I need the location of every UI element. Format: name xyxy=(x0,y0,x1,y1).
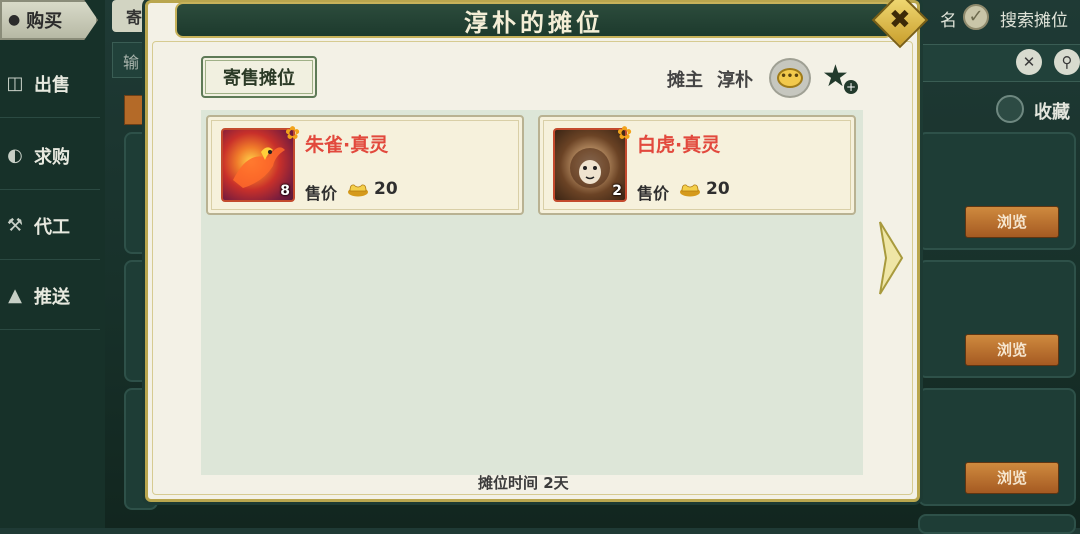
sidebar-item-sell[interactable]: ◫ 出售 xyxy=(0,50,100,118)
chat-button[interactable]: ••• xyxy=(769,58,811,98)
tab-buy[interactable]: ● 购买 xyxy=(0,0,98,40)
owner-label: 摊主 xyxy=(667,70,703,91)
sidebar-item-label: 出售 xyxy=(34,74,70,96)
clear-icon[interactable]: ✕ xyxy=(1016,49,1042,75)
phoenix-icon: 8 xyxy=(221,128,295,202)
plus-icon: + xyxy=(844,80,858,94)
item-quantity: 8 xyxy=(280,183,290,199)
sidebar-item-craft[interactable]: ⚒ 代工 xyxy=(0,192,100,260)
browse-button[interactable]: 浏览 xyxy=(965,462,1059,494)
item-card-white-tiger[interactable]: 2 ✿ 白虎·真灵 售价 20 xyxy=(538,115,856,215)
next-page-arrow-icon[interactable] xyxy=(876,218,906,298)
item-quantity: 2 xyxy=(612,183,622,199)
price-value: 20 xyxy=(706,179,730,199)
price-value: 20 xyxy=(374,179,398,199)
price-label: 售价 xyxy=(637,184,670,203)
header-name-label: 名 xyxy=(940,11,957,31)
bowl-icon: ● xyxy=(8,12,21,28)
gold-ingot-icon xyxy=(348,184,368,197)
favorites-label: 收藏 xyxy=(1034,102,1070,123)
close-icon: ✖ xyxy=(889,4,911,35)
item-name: 白虎·真灵 xyxy=(637,134,721,156)
stall-time: 摊位时间 2天 xyxy=(478,474,569,492)
sidebar-item-label: 求购 xyxy=(34,146,70,168)
anvil-icon: ⚒ xyxy=(6,215,24,236)
flower-badge-icon: ✿ xyxy=(285,123,301,144)
gold-ingot-icon xyxy=(680,184,700,197)
dialog-title-bar: 淳朴的摊位 xyxy=(175,2,893,38)
search-stall-label: 搜索摊位 xyxy=(1000,11,1068,31)
list-item xyxy=(918,514,1076,534)
tab-consign-stall[interactable]: 寄售摊位 xyxy=(201,56,317,98)
price-label: 售价 xyxy=(305,184,338,203)
sidebar-item-push[interactable]: ▲ 推送 xyxy=(0,262,100,330)
bowl-icon: ◐ xyxy=(7,145,23,166)
tab-buy-label: 购买 xyxy=(26,11,63,32)
item-card-phoenix[interactable]: 8 ✿ 朱雀·真灵 售价 20 xyxy=(206,115,524,215)
dialog-title: 淳朴的摊位 xyxy=(464,7,604,37)
sidebar-item-buy-request[interactable]: ◐ 求购 xyxy=(0,122,100,190)
favorite-stall-button[interactable]: ★ + xyxy=(822,60,858,94)
search-icon[interactable]: ⚲ xyxy=(1054,49,1080,75)
chat-icon: ••• xyxy=(777,68,803,88)
white-tiger-icon: 2 xyxy=(553,128,627,202)
push-icon: ▲ xyxy=(8,285,22,306)
sidebar-item-label: 代工 xyxy=(34,216,70,238)
sidebar-item-label: 推送 xyxy=(34,286,70,308)
item-name: 朱雀·真灵 xyxy=(305,134,389,156)
sell-icon: ◫ xyxy=(6,73,24,94)
flower-badge-icon: ✿ xyxy=(617,123,633,144)
favorites-radio[interactable] xyxy=(996,95,1024,123)
browse-button[interactable]: 浏览 xyxy=(965,334,1059,366)
browse-button[interactable]: 浏览 xyxy=(965,206,1059,238)
search-stall-checkbox[interactable]: ✓ xyxy=(963,4,989,30)
owner-name: 淳朴 xyxy=(717,70,753,91)
